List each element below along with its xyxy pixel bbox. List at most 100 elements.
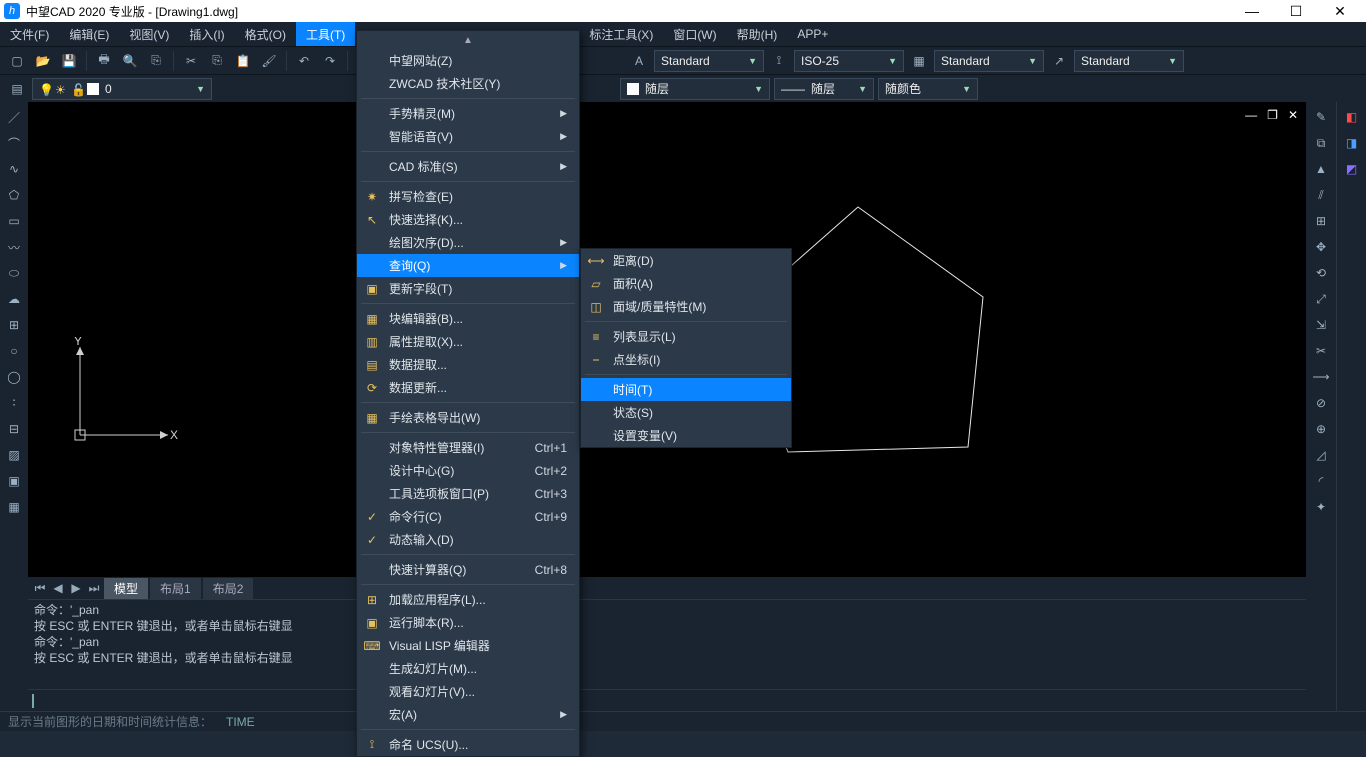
tab-first-icon[interactable]: ⏮ bbox=[32, 581, 48, 596]
designcenter-icon[interactable]: ◨ bbox=[1341, 132, 1363, 154]
new-icon[interactable]: ▢ bbox=[6, 50, 28, 72]
menu-item[interactable]: ▤数据提取... bbox=[357, 353, 579, 376]
tab-model[interactable]: 模型 bbox=[104, 578, 148, 599]
menu-item[interactable]: 中望网站(Z) bbox=[357, 49, 579, 72]
print-icon[interactable]: 🖶 bbox=[93, 50, 115, 72]
tab-last-icon[interactable]: ⏭ bbox=[86, 581, 102, 596]
point-icon[interactable]: ∶ bbox=[3, 392, 25, 414]
open-icon[interactable]: 📂 bbox=[32, 50, 54, 72]
menu-item[interactable]: ⟟命名 UCS(U)... bbox=[357, 733, 579, 756]
layer-combo[interactable]: 💡 ☀ 🔓 0▼ bbox=[32, 78, 212, 100]
menu-item[interactable]: ↖快速选择(K)... bbox=[357, 208, 579, 231]
menu-item[interactable]: 生成幻灯片(M)... bbox=[357, 657, 579, 680]
save-icon[interactable]: 💾 bbox=[58, 50, 80, 72]
menu-item[interactable]: ⊞加载应用程序(L)... bbox=[357, 588, 579, 611]
matchprop-icon[interactable]: 🖌 bbox=[258, 50, 280, 72]
menu-view[interactable]: 视图(V) bbox=[119, 22, 179, 46]
redo-icon[interactable]: ↷ bbox=[319, 50, 341, 72]
minimize-button[interactable]: — bbox=[1230, 3, 1274, 19]
copy2-icon[interactable]: ⧉ bbox=[1310, 132, 1332, 154]
menu-item[interactable]: 观看幻灯片(V)... bbox=[357, 680, 579, 703]
close-button[interactable]: ✕ bbox=[1318, 3, 1362, 20]
extend-icon[interactable]: ⟶ bbox=[1310, 366, 1332, 388]
stretch-icon[interactable]: ⇲ bbox=[1310, 314, 1332, 336]
dimstyle-icon[interactable]: ⟟ bbox=[768, 50, 790, 72]
menu-item[interactable]: 查询(Q)▶ bbox=[357, 254, 579, 277]
menu-item[interactable]: ▣运行脚本(R)... bbox=[357, 611, 579, 634]
menu-item[interactable]: 工具选项板窗口(P)Ctrl+3 bbox=[357, 482, 579, 505]
menu-edit[interactable]: 编辑(E) bbox=[59, 22, 119, 46]
menu-item[interactable]: 绘图次序(D)...▶ bbox=[357, 231, 579, 254]
menu-item[interactable]: ▦块编辑器(B)... bbox=[357, 307, 579, 330]
menu-item[interactable]: ⌨Visual LISP 编辑器 bbox=[357, 634, 579, 657]
menu-item[interactable]: ⎯点坐标(I) bbox=[581, 348, 791, 371]
toolpalette-icon[interactable]: ◩ bbox=[1341, 158, 1363, 180]
textstyle-combo[interactable]: Standard▼ bbox=[654, 50, 764, 72]
rotate-icon[interactable]: ⟲ bbox=[1310, 262, 1332, 284]
publish-icon[interactable]: ⎘ bbox=[145, 50, 167, 72]
menu-appplus[interactable]: APP+ bbox=[787, 22, 838, 46]
tab-layout2[interactable]: 布局2 bbox=[203, 578, 254, 599]
textstyle-icon[interactable]: A bbox=[628, 50, 650, 72]
mleaderstyle-combo[interactable]: Standard▼ bbox=[1074, 50, 1184, 72]
properties-icon[interactable]: ◧ bbox=[1341, 106, 1363, 128]
ellipse-icon[interactable]: ⬭ bbox=[3, 262, 25, 284]
menu-window[interactable]: 窗口(W) bbox=[663, 22, 726, 46]
region-icon[interactable]: ▣ bbox=[3, 470, 25, 492]
cut-icon[interactable]: ✂ bbox=[180, 50, 202, 72]
maximize-button[interactable]: ☐ bbox=[1274, 3, 1318, 20]
menu-item[interactable]: ⟳数据更新... bbox=[357, 376, 579, 399]
menu-item[interactable]: 设置变量(V) bbox=[581, 424, 791, 447]
rectangle-icon[interactable]: ▭ bbox=[3, 210, 25, 232]
trim-icon[interactable]: ✂ bbox=[1310, 340, 1332, 362]
menu-item[interactable]: ⟷距离(D) bbox=[581, 249, 791, 272]
menu-item[interactable]: ZWCAD 技术社区(Y) bbox=[357, 72, 579, 95]
menu-item[interactable]: 对象特性管理器(I)Ctrl+1 bbox=[357, 436, 579, 459]
cloud-icon[interactable]: ☁ bbox=[3, 288, 25, 310]
copy-icon[interactable]: ⎘ bbox=[206, 50, 228, 72]
line-icon[interactable]: ／ bbox=[3, 106, 25, 128]
hatch-icon[interactable]: ▨ bbox=[3, 444, 25, 466]
tablestyle-icon[interactable]: ▦ bbox=[908, 50, 930, 72]
chamfer-icon[interactable]: ◿ bbox=[1310, 444, 1332, 466]
menu-scroll-up[interactable]: ▲ bbox=[357, 31, 579, 49]
erase-icon[interactable]: ✎ bbox=[1310, 106, 1332, 128]
menu-item[interactable]: 设计中心(G)Ctrl+2 bbox=[357, 459, 579, 482]
command-input[interactable] bbox=[28, 689, 1306, 711]
circle-icon[interactable]: ○ bbox=[3, 340, 25, 362]
move-icon[interactable]: ✥ bbox=[1310, 236, 1332, 258]
menu-item[interactable]: 手势精灵(M)▶ bbox=[357, 102, 579, 125]
menu-format[interactable]: 格式(O) bbox=[235, 22, 296, 46]
offset-icon[interactable]: ⫽ bbox=[1310, 184, 1332, 206]
dimstyle-combo[interactable]: ISO-25▼ bbox=[794, 50, 904, 72]
tablestyle-combo[interactable]: Standard▼ bbox=[934, 50, 1044, 72]
menu-tools[interactable]: 工具(T) bbox=[296, 22, 355, 46]
mirror-icon[interactable]: ▲ bbox=[1310, 158, 1332, 180]
menu-item[interactable]: 智能语音(V)▶ bbox=[357, 125, 579, 148]
linetype-combo[interactable]: ——随层▼ bbox=[774, 78, 874, 100]
color-combo[interactable]: 随层▼ bbox=[620, 78, 770, 100]
polyline-icon[interactable]: ∿ bbox=[3, 158, 25, 180]
menu-item[interactable]: 状态(S) bbox=[581, 401, 791, 424]
layermgr-icon[interactable]: ▤ bbox=[6, 78, 28, 100]
menu-insert[interactable]: 插入(I) bbox=[179, 22, 234, 46]
lineweight-combo[interactable]: 随颜色▼ bbox=[878, 78, 978, 100]
arc-icon[interactable]: ⌒ bbox=[3, 132, 25, 154]
fillet-icon[interactable]: ◜ bbox=[1310, 470, 1332, 492]
array-icon[interactable]: ⊞ bbox=[1310, 210, 1332, 232]
menu-item[interactable]: ◫面域/质量特性(M) bbox=[581, 295, 791, 318]
menu-file[interactable]: 文件(F) bbox=[0, 22, 59, 46]
menu-item[interactable]: ▣更新字段(T) bbox=[357, 277, 579, 300]
join-icon[interactable]: ⊕ bbox=[1310, 418, 1332, 440]
block-icon[interactable]: ⊟ bbox=[3, 418, 25, 440]
menu-item[interactable]: ≡列表显示(L) bbox=[581, 325, 791, 348]
break-icon[interactable]: ⊘ bbox=[1310, 392, 1332, 414]
tab-prev-icon[interactable]: ◀ bbox=[50, 581, 66, 595]
insert-icon[interactable]: ⊞ bbox=[3, 314, 25, 336]
polygon-icon[interactable]: ⬠ bbox=[3, 184, 25, 206]
table-icon[interactable]: ▦ bbox=[3, 496, 25, 518]
menu-dimension[interactable]: 标注工具(X) bbox=[579, 22, 663, 46]
tab-layout1[interactable]: 布局1 bbox=[150, 578, 201, 599]
menu-item[interactable]: ▥属性提取(X)... bbox=[357, 330, 579, 353]
menu-item[interactable]: CAD 标准(S)▶ bbox=[357, 155, 579, 178]
